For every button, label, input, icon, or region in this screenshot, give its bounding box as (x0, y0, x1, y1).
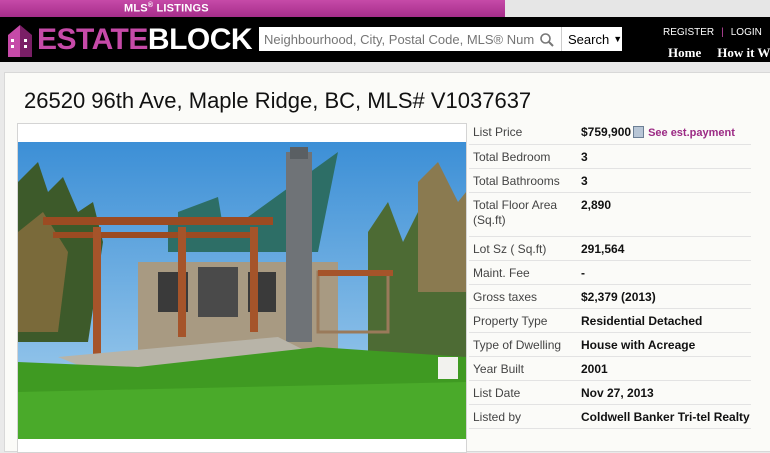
logo-wordmark: ESTATEBLOCK (37, 23, 253, 56)
detail-label: Listed by (473, 410, 522, 424)
detail-row-listed-by: Listed by Coldwell Banker Tri-tel Realty (469, 405, 751, 429)
nav-how-it-works[interactable]: How it Works (717, 45, 770, 60)
detail-value: - (581, 266, 585, 280)
detail-value: $759,900 See est.payment (581, 125, 751, 141)
detail-label: Lot Sz ( Sq.ft) (473, 242, 547, 256)
list-price-value: $759,900 (581, 125, 632, 139)
house-photo-image (18, 142, 466, 439)
detail-row-property-type: Property Type Residential Detached (469, 309, 751, 333)
detail-row-year-built: Year Built 2001 (469, 357, 751, 381)
listing-title: 26520 96th Ave, Maple Ridge, BC, MLS# V1… (24, 88, 532, 113)
detail-label: Total Bedroom (473, 150, 551, 164)
search-icon[interactable] (539, 32, 555, 48)
detail-value: 2001 (581, 362, 608, 376)
detail-row-bedrooms: Total Bedroom 3 (469, 145, 751, 169)
detail-label: Total Floor Area (Sq.ft) (473, 198, 558, 227)
detail-value: 3 (581, 150, 588, 164)
main-nav: Home How it Works (668, 45, 770, 61)
detail-label: Gross taxes (473, 290, 538, 304)
detail-label: List Date (473, 386, 521, 400)
detail-row-bathrooms: Total Bathrooms 3 (469, 169, 751, 193)
nav-home[interactable]: Home (668, 45, 701, 60)
detail-row-lot-size: Lot Sz ( Sq.ft) 291,564 (469, 237, 751, 261)
detail-value: House with Acreage (581, 338, 696, 352)
detail-row-dwelling-type: Type of Dwelling House with Acreage (469, 333, 751, 357)
auth-separator: | (721, 27, 724, 38)
detail-row-gross-taxes: Gross taxes $2,379 (2013) (469, 285, 751, 309)
detail-row-floor-area: Total Floor Area (Sq.ft) 2,890 (469, 193, 751, 237)
detail-value: 3 (581, 174, 588, 188)
search-input[interactable] (259, 27, 561, 51)
detail-row-list-date: List Date Nov 27, 2013 (469, 381, 751, 405)
listing-details-table: List Price $759,900 See est.payment Total… (469, 120, 751, 429)
detail-value: $2,379 (2013) (581, 290, 656, 304)
register-link[interactable]: REGISTER (663, 27, 714, 38)
detail-label: Total Bathrooms (473, 174, 560, 188)
listing-panel: 26520 96th Ave, Maple Ridge, BC, MLS# V1… (4, 72, 770, 453)
calculator-icon[interactable] (633, 126, 645, 138)
listing-photo[interactable] (18, 142, 466, 439)
chevron-down-icon: ▼ (613, 34, 623, 44)
site-header: ESTATEBLOCK Search▼ REGISTER | LOGIN Hom… (0, 17, 770, 62)
detail-value: 291,564 (581, 242, 625, 256)
detail-row-list-price: List Price $759,900 See est.payment (469, 120, 751, 145)
auth-links: REGISTER | LOGIN (663, 27, 762, 38)
detail-value: Residential Detached (581, 314, 703, 328)
detail-label: Year Built (473, 362, 524, 376)
photo-frame (17, 123, 467, 453)
detail-label: Property Type (473, 314, 548, 328)
detail-value: 2,890 (581, 198, 612, 212)
see-est-payment-link[interactable]: See est.payment (648, 127, 735, 139)
detail-row-maint-fee: Maint. Fee - (469, 261, 751, 285)
detail-label: Maint. Fee (473, 266, 530, 280)
detail-label: Type of Dwelling (473, 338, 562, 352)
building-logo-icon (8, 25, 32, 57)
detail-label: List Price (473, 125, 523, 139)
site-logo[interactable]: ESTATEBLOCK (6, 21, 253, 59)
detail-value: Nov 27, 2013 (581, 386, 654, 400)
login-link[interactable]: LOGIN (731, 27, 762, 38)
detail-value: Coldwell Banker Tri-tel Realty (581, 410, 750, 424)
top-strip: MLS® LISTINGS (0, 0, 770, 17)
mls-listings-label[interactable]: MLS® LISTINGS (124, 2, 209, 15)
search-button[interactable]: Search ▼ (561, 27, 622, 51)
mls-banner: MLS® LISTINGS (0, 0, 505, 17)
